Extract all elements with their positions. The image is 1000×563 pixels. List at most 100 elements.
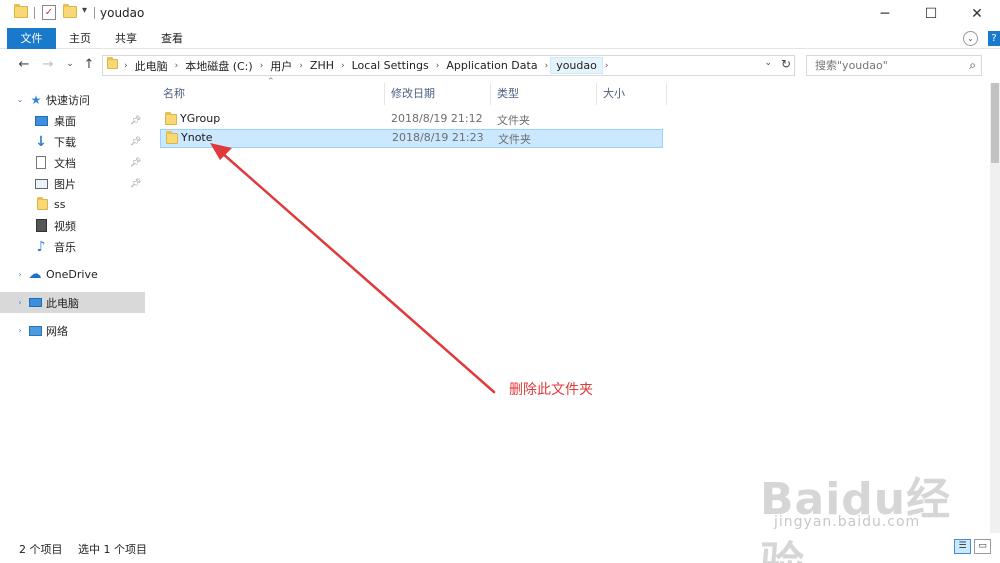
table-row[interactable]: Ynote 2018/8/19 21:23 文件夹 xyxy=(160,129,663,148)
sidebar-item-this-pc[interactable]: › 此电脑 xyxy=(0,292,145,313)
search-box[interactable]: ⌕ xyxy=(806,55,982,76)
chevron-right-icon[interactable]: › xyxy=(173,61,181,71)
chevron-right-icon[interactable]: › xyxy=(543,61,551,71)
sidebar-item-videos[interactable]: 视频 xyxy=(0,215,145,236)
address-dropdown-icon[interactable]: ⌄ xyxy=(764,58,772,68)
sort-arrow-icon: ⌃ xyxy=(267,77,275,87)
chevron-right-icon[interactable]: › xyxy=(13,268,27,282)
column-header-date[interactable]: 修改日期 xyxy=(385,83,491,105)
sidebar-item-downloads[interactable]: ↓ 下载 📌︎ xyxy=(0,131,145,152)
sidebar-item-label: 文档 xyxy=(54,156,76,170)
chevron-down-icon[interactable]: ⌄ xyxy=(13,93,27,107)
annotation-label: 删除此文件夹 xyxy=(509,382,593,398)
expand-ribbon-icon[interactable]: ⌄ xyxy=(963,31,978,46)
sidebar-item-pictures[interactable]: 图片 📌︎ xyxy=(0,173,145,194)
maximize-button[interactable]: ☐ xyxy=(908,0,954,28)
navigation-pane: ⌄ ★ 快速访问 桌面 📌︎ ↓ 下载 📌︎ 文档 📌︎ 图片 📌︎ ss 视频… xyxy=(0,83,145,533)
sidebar-item-onedrive[interactable]: › ☁ OneDrive xyxy=(0,264,145,285)
tab-view[interactable]: 查看 xyxy=(154,28,190,49)
sidebar-item-ss[interactable]: ss xyxy=(0,194,145,215)
up-icon[interactable]: ↑ xyxy=(81,57,97,72)
breadcrumb-youdao[interactable]: youdao xyxy=(550,57,603,74)
tab-file[interactable]: 文件 xyxy=(7,28,56,49)
details-view-icon[interactable]: ☰ xyxy=(954,539,971,554)
file-type: 文件夹 xyxy=(497,114,530,127)
document-icon xyxy=(34,156,48,170)
sidebar-item-label: 网络 xyxy=(46,324,68,338)
sidebar-item-quick-access[interactable]: ⌄ ★ 快速访问 xyxy=(0,89,145,110)
folder-icon xyxy=(165,112,177,128)
sidebar-item-music[interactable]: ♪ 音乐 xyxy=(0,236,145,257)
back-icon[interactable]: ← xyxy=(16,57,32,72)
chevron-right-icon[interactable]: › xyxy=(13,296,27,310)
cloud-icon: ☁ xyxy=(28,267,42,282)
file-type: 文件夹 xyxy=(498,133,531,146)
pin-icon[interactable]: 📌︎ xyxy=(130,158,141,168)
new-folder-icon[interactable] xyxy=(63,4,77,21)
file-name: Ynote xyxy=(181,131,213,144)
download-icon: ↓ xyxy=(35,133,47,150)
chevron-right-icon[interactable]: › xyxy=(434,61,442,71)
chevron-right-icon[interactable]: › xyxy=(297,61,305,71)
sidebar-item-network[interactable]: › 网络 xyxy=(0,320,145,341)
folder-icon xyxy=(166,131,178,147)
folder-icon xyxy=(35,197,49,212)
chevron-right-icon[interactable]: › xyxy=(339,61,347,71)
sidebar-item-label: 视频 xyxy=(54,219,76,233)
desktop-icon xyxy=(34,114,48,128)
minimize-button[interactable]: ─ xyxy=(862,0,908,28)
properties-icon[interactable]: ✓ xyxy=(42,5,56,20)
chevron-right-icon[interactable]: › xyxy=(258,61,266,71)
file-date: 2018/8/19 21:12 xyxy=(391,112,483,125)
large-icons-view-icon[interactable]: ▭ xyxy=(974,539,991,554)
breadcrumb-users[interactable]: 用户 xyxy=(265,58,297,74)
video-icon xyxy=(34,219,48,233)
pin-icon[interactable]: 📌︎ xyxy=(130,116,141,126)
tab-share[interactable]: 共享 xyxy=(108,28,144,49)
item-count: 2 个项目 xyxy=(19,543,63,556)
chevron-right-icon[interactable]: › xyxy=(122,61,130,71)
refresh-icon[interactable]: ↻ xyxy=(781,57,791,71)
sidebar-item-documents[interactable]: 文档 📌︎ xyxy=(0,152,145,173)
search-input[interactable] xyxy=(807,56,957,75)
chevron-right-icon[interactable]: › xyxy=(603,61,611,71)
file-name: YGroup xyxy=(180,112,221,125)
divider xyxy=(34,7,35,19)
breadcrumb-zhh[interactable]: ZHH xyxy=(305,59,339,72)
sidebar-item-desktop[interactable]: 桌面 📌︎ xyxy=(0,110,145,131)
forward-icon[interactable]: → xyxy=(40,57,56,72)
close-button[interactable]: ✕ xyxy=(954,0,1000,28)
pin-icon[interactable]: 📌︎ xyxy=(130,179,141,189)
breadcrumb-application-data[interactable]: Application Data xyxy=(441,59,542,72)
search-icon[interactable]: ⌕ xyxy=(969,58,976,73)
help-icon[interactable]: ? xyxy=(988,31,1000,46)
recent-locations-icon[interactable]: ⌄ xyxy=(62,59,78,69)
window-title: youdao xyxy=(100,6,145,20)
vertical-scrollbar[interactable] xyxy=(990,83,1000,533)
breadcrumb-local-disk[interactable]: 本地磁盘 (C:) xyxy=(180,58,257,74)
sidebar-item-label: OneDrive xyxy=(46,268,98,281)
column-header-type[interactable]: 类型 xyxy=(491,83,597,105)
computer-icon xyxy=(28,296,42,310)
pin-icon[interactable]: 📌︎ xyxy=(130,137,141,147)
sidebar-item-label: 此电脑 xyxy=(46,296,79,310)
address-bar[interactable]: › 此电脑 › 本地磁盘 (C:) › 用户 › ZHH › Local Set… xyxy=(102,55,795,76)
scrollbar-thumb[interactable] xyxy=(991,83,999,163)
title-bar: ✓ ▾ youdao ─ ☐ ✕ xyxy=(0,0,1000,28)
tab-home[interactable]: 主页 xyxy=(62,28,98,49)
file-date: 2018/8/19 21:23 xyxy=(392,131,484,144)
sidebar-item-label: 图片 xyxy=(54,177,76,191)
sidebar-item-label: ss xyxy=(54,198,66,211)
status-bar: 2 个项目 选中 1 个项目 ☰ ▭ xyxy=(0,533,1000,563)
quick-access-dropdown-icon[interactable]: ▾ xyxy=(82,5,87,16)
chevron-right-icon[interactable]: › xyxy=(13,324,27,338)
network-icon xyxy=(28,324,42,338)
breadcrumb-local-settings[interactable]: Local Settings xyxy=(347,59,434,72)
ribbon-tabs: 文件 主页 共享 查看 ⌄ ? xyxy=(0,28,1000,49)
sidebar-item-label: 快速访问 xyxy=(46,93,90,107)
file-list: 名称 ⌃ 修改日期 类型 大小 YGroup 2018/8/19 21:12 文… xyxy=(145,77,990,533)
table-row[interactable]: YGroup 2018/8/19 21:12 文件夹 xyxy=(160,110,663,129)
column-header-size[interactable]: 大小 xyxy=(597,83,667,105)
music-icon: ♪ xyxy=(36,238,46,255)
breadcrumb-this-pc[interactable]: 此电脑 xyxy=(130,58,173,74)
